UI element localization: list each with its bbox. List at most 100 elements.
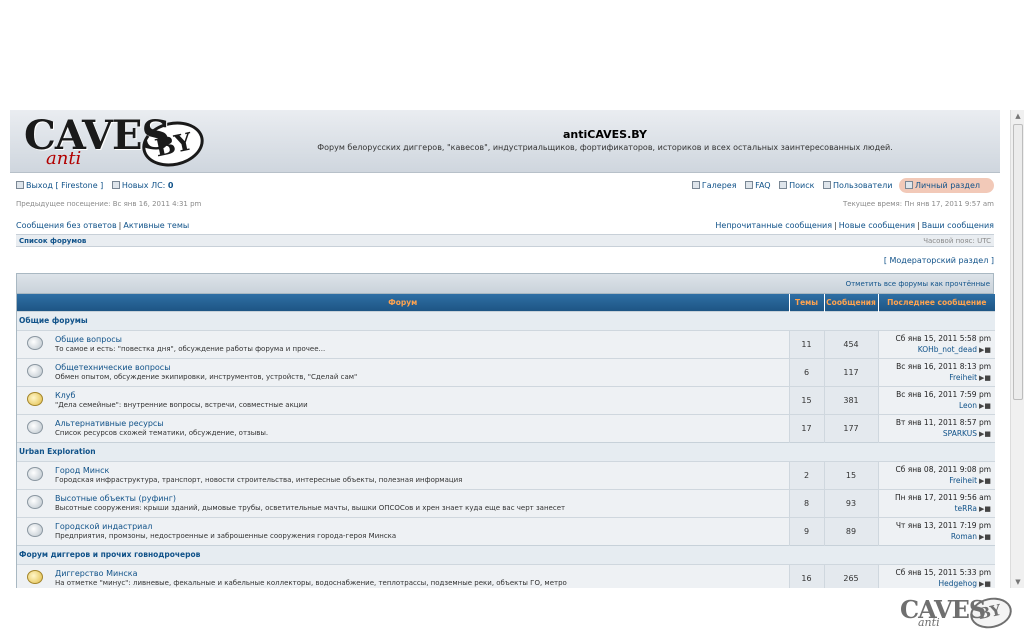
forum-read-icon xyxy=(27,336,43,350)
forum-status-cell xyxy=(17,385,53,414)
forum-topics-count: 2 xyxy=(788,460,825,489)
forum-read-icon xyxy=(27,523,43,537)
last-post-date: Вс янв 16, 2011 7:59 pm xyxy=(896,389,992,399)
logo-anti-text: anti xyxy=(46,148,82,169)
last-post-author-link[interactable]: teRRa xyxy=(955,504,977,513)
goto-last-post-icon[interactable]: ▶■ xyxy=(979,373,991,384)
forum-header: CAVES anti BY antiCAVES.BY Форум белорус… xyxy=(10,110,1000,173)
unanswered-link[interactable]: Сообщения без ответов xyxy=(16,221,117,230)
forum-status-cell xyxy=(17,357,53,386)
forum-title-link[interactable]: Город Минск xyxy=(55,466,789,475)
forum-description: Городская инфраструктура, транспорт, нов… xyxy=(55,476,463,484)
goto-last-post-icon[interactable]: ▶■ xyxy=(979,504,991,515)
forum-title-link[interactable]: Общетехнические вопросы xyxy=(55,363,789,372)
forum-row: Диггерство Минска На отметке "минус": лив… xyxy=(17,563,996,588)
forum-status-cell xyxy=(17,488,53,517)
site-logo[interactable]: CAVES anti BY xyxy=(24,112,214,172)
logout-link[interactable]: Выход [ Firestone ] xyxy=(26,181,103,190)
forum-status-cell xyxy=(17,460,53,489)
breadcrumb: Список форумов Часовой пояс: UTC xyxy=(16,234,994,247)
last-post-author-link[interactable]: Roman xyxy=(951,532,977,541)
site-description: Форум белорусских диггеров, "кавесов", и… xyxy=(317,143,893,152)
moderator-panel-link[interactable]: [ Модераторский раздел ] xyxy=(884,256,994,265)
search-link[interactable]: Поиск xyxy=(789,181,814,190)
forum-title-link[interactable]: Городской индастриал xyxy=(55,522,789,531)
goto-last-post-icon[interactable]: ▶■ xyxy=(979,429,991,440)
forum-new-posts-icon xyxy=(27,570,43,585)
forum-posts-count: 177 xyxy=(823,413,879,442)
forum-table: Форум Темы Сообщения Последнее сообщение… xyxy=(17,294,996,588)
forum-read-icon xyxy=(27,420,43,434)
last-post-author-link[interactable]: Hedgehog xyxy=(939,579,978,588)
last-post-date: Сб янв 15, 2011 5:33 pm xyxy=(895,567,992,577)
new-pm-label: Новых ЛС: xyxy=(121,181,166,190)
unread-link[interactable]: Непрочитанные сообщения xyxy=(715,221,832,230)
forum-row: Город Минск Городская инфраструктура, тра… xyxy=(17,460,996,489)
forum-title-link[interactable]: Клуб xyxy=(55,391,789,400)
separator: | xyxy=(118,221,122,230)
last-post-author-link[interactable]: KOHb_not_dead xyxy=(918,345,977,354)
goto-last-post-icon[interactable]: ▶■ xyxy=(979,345,991,356)
new-pm-link[interactable]: Новых ЛС: 0 xyxy=(122,181,174,190)
gallery-icon xyxy=(691,181,700,189)
category-title[interactable]: Urban Exploration xyxy=(17,441,790,461)
category-row: Urban Exploration xyxy=(17,441,996,461)
forum-row: Высотные объекты (руфинг) Высотные сооруж… xyxy=(17,488,996,517)
forum-last-post-cell: Сб янв 15, 2011 5:58 pm KOHb_not_dead ▶■ xyxy=(877,329,996,358)
scrollbar-thumb[interactable] xyxy=(1013,124,1023,400)
last-post-author-link[interactable]: Freiheit xyxy=(949,373,977,382)
last-post-date: Сб янв 15, 2011 5:58 pm xyxy=(895,333,992,343)
watermark-logo: CAVES anti BY xyxy=(900,593,1018,635)
separator: | xyxy=(834,221,837,230)
gallery-link[interactable]: Галерея xyxy=(702,181,737,190)
goto-last-post-icon[interactable]: ▶■ xyxy=(979,532,991,543)
category-title[interactable]: Общие форумы xyxy=(17,310,790,330)
last-post-date: Сб янв 08, 2011 9:08 pm xyxy=(895,464,992,474)
personal-section-button[interactable]: Личный раздел xyxy=(898,178,994,193)
forum-status-cell xyxy=(17,413,53,442)
forum-description: Список ресурсов схожей тематики, обсужде… xyxy=(55,429,269,437)
vertical-scrollbar[interactable]: ▲ ▼ xyxy=(1010,110,1024,588)
column-header-last-post: Последнее сообщение xyxy=(877,294,996,311)
forum-read-icon xyxy=(27,364,43,378)
goto-last-post-icon[interactable]: ▶■ xyxy=(979,476,991,487)
forum-info-cell: Высотные объекты (руфинг) Высотные сооруж… xyxy=(53,488,790,517)
forum-title-link[interactable]: Диггерство Минска xyxy=(55,569,789,578)
mark-read-bar: Отметить все форумы как прочтённые xyxy=(17,274,993,294)
forum-posts-count: 117 xyxy=(823,357,879,386)
last-post-author-link[interactable]: Leon xyxy=(959,401,977,410)
breadcrumb-forum-index[interactable]: Список форумов xyxy=(19,237,86,245)
forum-title-link[interactable]: Альтернативные ресурсы xyxy=(55,419,789,428)
forum-last-post-cell: Вс янв 16, 2011 8:13 pm Freiheit ▶■ xyxy=(877,357,996,386)
your-posts-link[interactable]: Ваши сообщения xyxy=(922,221,994,230)
new-posts-link[interactable]: Новые сообщения xyxy=(839,221,915,230)
scroll-up-arrow-icon[interactable]: ▲ xyxy=(1011,110,1024,122)
goto-last-post-icon[interactable]: ▶■ xyxy=(979,401,991,412)
last-post-author-link[interactable]: Freiheit xyxy=(949,476,977,485)
forum-title-link[interactable]: Высотные объекты (руфинг) xyxy=(55,494,789,503)
users-link[interactable]: Пользователи xyxy=(833,181,892,190)
separator: | xyxy=(917,221,920,230)
mark-all-read-link[interactable]: Отметить все форумы как прочтённые xyxy=(846,280,990,288)
browser-viewport: CAVES anti BY antiCAVES.BY Форум белорус… xyxy=(0,110,1010,588)
forum-title-link[interactable]: Общие вопросы xyxy=(55,335,789,344)
forum-description: Предприятия, промзоны, недостроенные и з… xyxy=(55,532,397,540)
last-post-author-link[interactable]: SPARKUS xyxy=(943,429,977,438)
forum-last-post-cell: Сб янв 08, 2011 9:08 pm Freiheit ▶■ xyxy=(877,460,996,489)
goto-last-post-icon[interactable]: ▶■ xyxy=(979,579,991,588)
active-topics-link[interactable]: Активные темы xyxy=(123,221,189,230)
faq-link[interactable]: FAQ xyxy=(755,181,771,190)
category-title[interactable]: Форум диггеров и прочих говнодрочеров xyxy=(17,544,790,564)
scroll-down-arrow-icon[interactable]: ▼ xyxy=(1011,576,1024,588)
forum-posts-count: 89 xyxy=(823,516,879,545)
new-pm-count: 0 xyxy=(167,181,174,190)
category-row: Форум диггеров и прочих говнодрочеров xyxy=(17,544,996,564)
last-post-date: Чт янв 13, 2011 7:19 pm xyxy=(895,520,992,530)
forum-row: Общие вопросы То самое и есть: "повестка … xyxy=(17,329,996,358)
watermark-caves-text: CAVES xyxy=(900,595,986,624)
forum-read-icon xyxy=(27,467,43,481)
category-filler xyxy=(789,441,996,461)
forum-topics-count: 15 xyxy=(788,385,825,414)
forum-posts-count: 265 xyxy=(823,563,879,588)
forum-info-cell: Город Минск Городская инфраструктура, тра… xyxy=(53,460,790,489)
